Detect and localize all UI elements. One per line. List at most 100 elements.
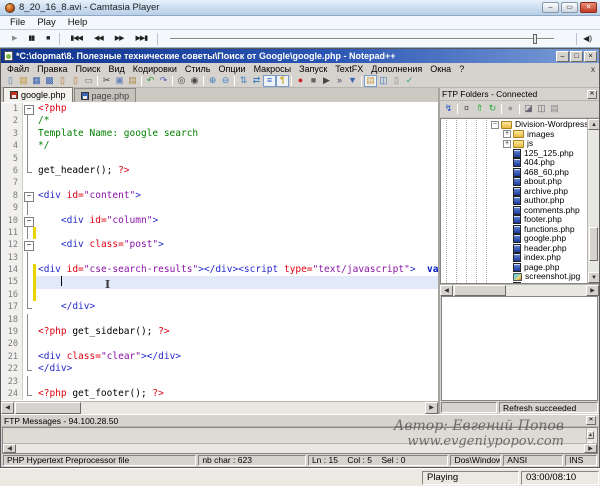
open-file-icon[interactable]: ▤	[17, 75, 30, 87]
tree-item-footer-php[interactable]: footer.php	[441, 215, 587, 225]
scroll-left-arrow[interactable]: ◀	[3, 444, 16, 453]
transport-stop-button[interactable]: ■	[40, 33, 55, 45]
tree-item-page-php[interactable]: page.php	[441, 263, 587, 273]
code-line[interactable]: 6get_header(); ?>	[1, 165, 438, 177]
tree-item-author-php[interactable]: author.php	[441, 196, 587, 206]
menu-file[interactable]: Файл	[3, 64, 33, 74]
zoom-out-icon[interactable]: ⊖	[219, 75, 232, 87]
code-line[interactable]: 14<div id="cse-search-results"></div><sc…	[1, 264, 438, 276]
tree-item-about-php[interactable]: about.php	[441, 177, 587, 187]
find-icon[interactable]: ◎	[175, 75, 188, 87]
menu-window[interactable]: Окна	[426, 64, 455, 74]
minimize-button[interactable]: –	[542, 2, 559, 13]
play-macro-icon[interactable]: ▶	[320, 75, 333, 87]
menu-encoding[interactable]: Кодировки	[129, 64, 181, 74]
close-panel-icon[interactable]: ✕	[586, 416, 596, 425]
close-button[interactable]: ×	[584, 51, 597, 62]
fold-collapse-icon[interactable]	[23, 215, 33, 227]
document-monitor-icon[interactable]: ◫	[377, 75, 390, 87]
tree-item-images[interactable]: +images	[441, 130, 587, 140]
scroll-track[interactable]	[507, 285, 586, 296]
seek-thumb[interactable]	[533, 34, 537, 44]
code-line[interactable]: 5	[1, 153, 438, 165]
ftp-raw-command-icon[interactable]: ◪	[522, 103, 535, 115]
tree-item-functions-php[interactable]: functions.php	[441, 225, 587, 235]
camtasia-menu-play[interactable]: Play	[31, 17, 61, 28]
code-line[interactable]: 11	[1, 227, 438, 239]
scroll-up-arrow[interactable]: ▲	[587, 431, 594, 439]
scroll-thumb[interactable]	[589, 227, 598, 261]
scroll-right-arrow[interactable]: ▶	[425, 402, 438, 414]
close-icon[interactable]: ▯	[56, 75, 69, 87]
menu-textfx[interactable]: TextFX	[331, 64, 367, 74]
code-line[interactable]: 21<div class="clear"></div>	[1, 351, 438, 363]
tree-item-screenshot-jpg[interactable]: screenshot.jpg	[441, 272, 587, 282]
ftp-connect-icon[interactable]: ↯	[442, 103, 455, 115]
undo-icon[interactable]: ↶	[144, 75, 157, 87]
scroll-right-arrow[interactable]: ▶	[586, 285, 599, 296]
close-button[interactable]: ✕	[580, 2, 597, 13]
tree-item-archive-php[interactable]: archive.php	[441, 187, 587, 197]
camtasia-menu-help[interactable]: Help	[62, 17, 94, 28]
code-line[interactable]: 16	[1, 289, 438, 301]
code-line[interactable]: 7	[1, 177, 438, 189]
run-macro-multiple-icon[interactable]: »	[333, 75, 346, 87]
editor-horizontal-scrollbar[interactable]: ◀ ▶	[1, 401, 438, 414]
zoom-in-icon[interactable]: ⊕	[206, 75, 219, 87]
tab-google-php[interactable]: google.php	[3, 87, 73, 102]
menu-settings[interactable]: Опции	[214, 64, 249, 74]
save-icon[interactable]: ▦	[30, 75, 43, 87]
camtasia-menu-file[interactable]: File	[4, 17, 31, 28]
code-line[interactable]: 24<?php get_footer(); ?>	[1, 388, 438, 400]
minimize-button[interactable]: –	[556, 51, 569, 62]
scroll-thumb[interactable]	[454, 285, 506, 296]
word-wrap-icon[interactable]: ≡	[263, 75, 276, 87]
scroll-up-arrow[interactable]: ▲	[588, 119, 599, 130]
print-icon[interactable]: ▭	[82, 75, 95, 87]
ftp-upload-icon[interactable]: ⇑	[473, 103, 486, 115]
code-line[interactable]: 3Template Name: google search	[1, 128, 438, 140]
fold-collapse-icon[interactable]	[23, 103, 33, 115]
ftp-show-messages-icon[interactable]: ◫	[535, 103, 548, 115]
record-macro-icon[interactable]: ●	[294, 75, 307, 87]
tree-item-468-60-php[interactable]: 468_60.php	[441, 168, 587, 178]
code-line[interactable]: 2/*	[1, 115, 438, 127]
transport-skip-forward-button[interactable]: ▶▶▮	[130, 33, 154, 45]
scroll-right-arrow[interactable]: ▶	[584, 444, 597, 453]
code-line[interactable]: 23	[1, 376, 438, 388]
mdi-close-icon[interactable]: x	[591, 65, 595, 74]
code-line[interactable]: 4*/	[1, 140, 438, 152]
tree-item-js[interactable]: +js	[441, 139, 587, 149]
code-line[interactable]: 18	[1, 314, 438, 326]
code-editor[interactable]: 1<?php2/*3Template Name: google search4*…	[1, 103, 438, 401]
tree-item-125-125-php[interactable]: 125_125.php	[441, 149, 587, 159]
scroll-left-arrow[interactable]: ◀	[1, 402, 14, 414]
transport-play-button[interactable]: ▶	[6, 33, 22, 45]
scroll-down-arrow[interactable]: ▼	[588, 272, 599, 283]
tree-item-404-php[interactable]: 404.php	[441, 158, 587, 168]
menu-search[interactable]: Поиск	[72, 64, 105, 74]
tree-vertical-scrollbar[interactable]: ▲ ▼	[587, 119, 599, 283]
code-line[interactable]: 8<div id="content">	[1, 190, 438, 202]
tree-item-search-php[interactable]: search.php	[441, 282, 587, 284]
seek-track[interactable]	[170, 38, 554, 40]
tree-item-google-php[interactable]: google.php	[441, 234, 587, 244]
menu-plugins[interactable]: Дополнения	[367, 64, 426, 74]
paste-icon[interactable]: ▤	[126, 75, 139, 87]
show-ftp-panel-icon[interactable]: ▤	[364, 75, 377, 87]
tree-item-comments-php[interactable]: comments.php	[441, 206, 587, 216]
code-line[interactable]: 10 <div id="column">	[1, 215, 438, 227]
scroll-track[interactable]	[16, 444, 584, 453]
copy-icon[interactable]: ▣	[113, 75, 126, 87]
show-all-characters-icon[interactable]: ¶	[276, 75, 289, 87]
document-map-icon[interactable]: ▯	[390, 75, 403, 87]
transport-fast-forward-button[interactable]: ▶▶	[109, 33, 130, 45]
tab-page-php[interactable]: page.php	[74, 88, 137, 102]
code-line[interactable]: 20	[1, 338, 438, 350]
save-all-icon[interactable]: ▩	[43, 75, 56, 87]
collapse-icon[interactable]: −	[491, 121, 499, 129]
code-line[interactable]: 19<?php get_sidebar(); ?>	[1, 326, 438, 338]
ftp-abort-icon[interactable]: ●	[504, 103, 517, 115]
restore-button[interactable]: ▭	[561, 2, 578, 13]
code-line[interactable]: 13	[1, 252, 438, 264]
